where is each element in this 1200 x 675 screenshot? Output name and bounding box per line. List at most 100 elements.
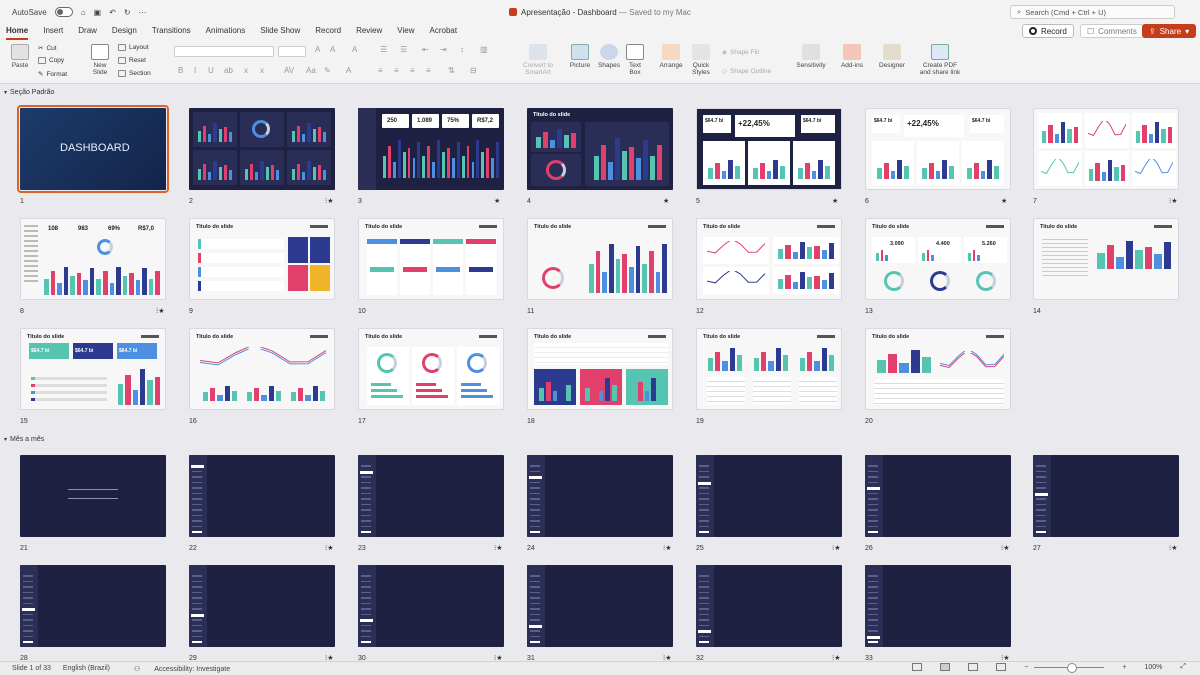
- create-pdf-button[interactable]: Create PDF and share link: [916, 44, 964, 76]
- slide-sorter-view-icon[interactable]: [940, 663, 951, 671]
- zoom-out-icon[interactable]: −: [1024, 664, 1028, 671]
- presenter-view-icon[interactable]: [996, 663, 1007, 671]
- quick-styles-button[interactable]: Quick Styles: [688, 44, 714, 76]
- increase-font-icon[interactable]: A: [315, 45, 320, 54]
- align-left-icon[interactable]: ≡: [378, 66, 383, 75]
- transition-animation-icon[interactable]: ⁝★: [663, 544, 672, 552]
- slide-thumbnail[interactable]: Titulo do slide: [527, 108, 673, 190]
- sensitivity-button[interactable]: Sensitivity: [792, 44, 830, 69]
- designer-button[interactable]: Designer: [876, 44, 908, 69]
- slide-thumbnail[interactable]: [1033, 108, 1179, 190]
- slide-thumbnail[interactable]: [358, 565, 504, 647]
- slide-thumbnail[interactable]: Titulo do slide: [189, 328, 335, 410]
- normal-view-icon[interactable]: [912, 663, 923, 671]
- tab-review[interactable]: Review: [356, 24, 382, 40]
- arrange-button[interactable]: Arrange: [656, 44, 686, 69]
- font-size-select[interactable]: [278, 46, 306, 57]
- zoom-slider[interactable]: [1034, 662, 1105, 673]
- undo-icon[interactable]: ↶: [109, 8, 116, 17]
- slide-thumbnail[interactable]: Titulo do slide: [358, 328, 504, 410]
- tab-design[interactable]: Design: [112, 24, 137, 40]
- bold-icon[interactable]: B: [178, 66, 183, 75]
- slide-thumbnail[interactable]: [20, 565, 166, 647]
- slide-thumbnail[interactable]: [1033, 455, 1179, 537]
- slide-thumbnail[interactable]: [189, 565, 335, 647]
- slide-thumbnail[interactable]: [20, 455, 166, 537]
- transition-animation-icon[interactable]: ⁝★: [494, 544, 503, 552]
- language[interactable]: English (Brazil): [63, 665, 110, 672]
- transition-animation-icon[interactable]: ⁝★: [325, 544, 334, 552]
- zoom-level[interactable]: 100%: [1144, 664, 1162, 671]
- home-icon[interactable]: ⌂: [81, 8, 86, 17]
- copy-button[interactable]: Copy: [38, 57, 64, 64]
- slide-thumbnail[interactable]: Titulo do slide: [189, 218, 335, 300]
- shape-outline-button[interactable]: ◇ Shape Outline: [722, 67, 771, 76]
- highlight-icon[interactable]: ✎: [324, 66, 331, 75]
- align-center-icon[interactable]: ≡: [394, 66, 399, 75]
- slide-thumbnail[interactable]: [527, 565, 673, 647]
- char-spacing-icon[interactable]: AV: [284, 66, 294, 75]
- shapes-button[interactable]: Shapes: [596, 44, 622, 69]
- slide-thumbnail[interactable]: DASHBOARD: [17, 105, 169, 193]
- tab-insert[interactable]: Insert: [43, 24, 63, 40]
- animation-star-icon[interactable]: ★: [1001, 197, 1007, 205]
- reset-button[interactable]: Reset: [118, 57, 146, 64]
- slide-thumbnail[interactable]: [696, 565, 842, 647]
- indent-icon[interactable]: ⇥: [440, 45, 447, 54]
- slide-thumbnail[interactable]: 108 983 69% R$7,0: [20, 218, 166, 300]
- outdent-icon[interactable]: ⇤: [422, 45, 429, 54]
- section-header-mes[interactable]: ▾ Mês a mês: [4, 436, 44, 443]
- columns-icon[interactable]: ▥: [480, 45, 488, 54]
- textbox-button[interactable]: Text Box: [624, 44, 646, 76]
- superscript-icon[interactable]: x: [260, 66, 264, 75]
- transition-animation-icon[interactable]: ⁝★: [1001, 544, 1010, 552]
- line-spacing-icon[interactable]: ↕: [460, 45, 464, 54]
- accessibility-status[interactable]: ⚇ Accessibility: Investigate: [122, 665, 230, 673]
- align-text-icon[interactable]: ⊟: [470, 66, 477, 75]
- slide-thumbnail[interactable]: [189, 455, 335, 537]
- zoom-in-icon[interactable]: +: [1122, 664, 1126, 671]
- convert-smartart-button[interactable]: Convert to SmartArt: [518, 44, 558, 76]
- numbering-icon[interactable]: ☰: [400, 45, 407, 54]
- slide-thumbnail[interactable]: [189, 108, 335, 190]
- slide-thumbnail[interactable]: [865, 455, 1011, 537]
- slide-thumbnail[interactable]: [527, 455, 673, 537]
- slide-thumbnail[interactable]: Titulo do slide: [696, 328, 842, 410]
- align-right-icon[interactable]: ≡: [410, 66, 415, 75]
- font-name-select[interactable]: [174, 46, 274, 57]
- animation-star-icon[interactable]: ★: [494, 197, 500, 205]
- slide-thumbnail[interactable]: [696, 455, 842, 537]
- transition-animation-icon[interactable]: ⁝★: [1169, 544, 1178, 552]
- slide-thumbnail[interactable]: Titulo do slide: [865, 328, 1011, 410]
- justify-icon[interactable]: ≡: [426, 66, 431, 75]
- clear-format-icon[interactable]: A: [352, 45, 357, 54]
- tab-animations[interactable]: Animations: [206, 24, 246, 40]
- cut-button[interactable]: ✂ Cut: [38, 44, 57, 53]
- bullets-icon[interactable]: ☰: [380, 45, 387, 54]
- shape-fill-button[interactable]: ◈ Shape Fill: [722, 48, 759, 57]
- slide-thumbnail[interactable]: Titulo do slide: [527, 218, 673, 300]
- slide-thumbnail[interactable]: 250 1.089 75% R$7,2: [358, 108, 504, 190]
- paste-button[interactable]: Paste: [8, 44, 32, 69]
- section-button[interactable]: Section: [118, 70, 151, 77]
- slide-thumbnail[interactable]: Titulo do slide: [527, 328, 673, 410]
- tab-home[interactable]: Home: [6, 24, 29, 40]
- share-button[interactable]: ⇪ Share ▾: [1142, 24, 1197, 38]
- slide-thumbnail[interactable]: Titulo do slide: [358, 218, 504, 300]
- redo-icon[interactable]: ↻: [124, 8, 131, 17]
- animation-star-icon[interactable]: ★: [663, 197, 669, 205]
- search-box[interactable]: ⌕: [1010, 5, 1175, 19]
- decrease-font-icon[interactable]: A: [330, 45, 335, 54]
- tab-slide-show[interactable]: Slide Show: [260, 24, 300, 40]
- fit-to-window-icon[interactable]: ⤢: [1180, 663, 1186, 671]
- layout-button[interactable]: Layout: [118, 44, 149, 51]
- more-icon[interactable]: ⋯: [139, 8, 147, 17]
- slide-thumbnail[interactable]: [865, 565, 1011, 647]
- font-color-icon[interactable]: A: [346, 66, 351, 75]
- addins-button[interactable]: Add-ins: [838, 44, 866, 69]
- italic-icon[interactable]: I: [194, 66, 196, 75]
- reading-view-icon[interactable]: [968, 663, 979, 671]
- strikethrough-icon[interactable]: ab: [224, 66, 233, 75]
- text-direction-icon[interactable]: ⇅: [448, 66, 455, 75]
- slide-thumbnail[interactable]: [358, 455, 504, 537]
